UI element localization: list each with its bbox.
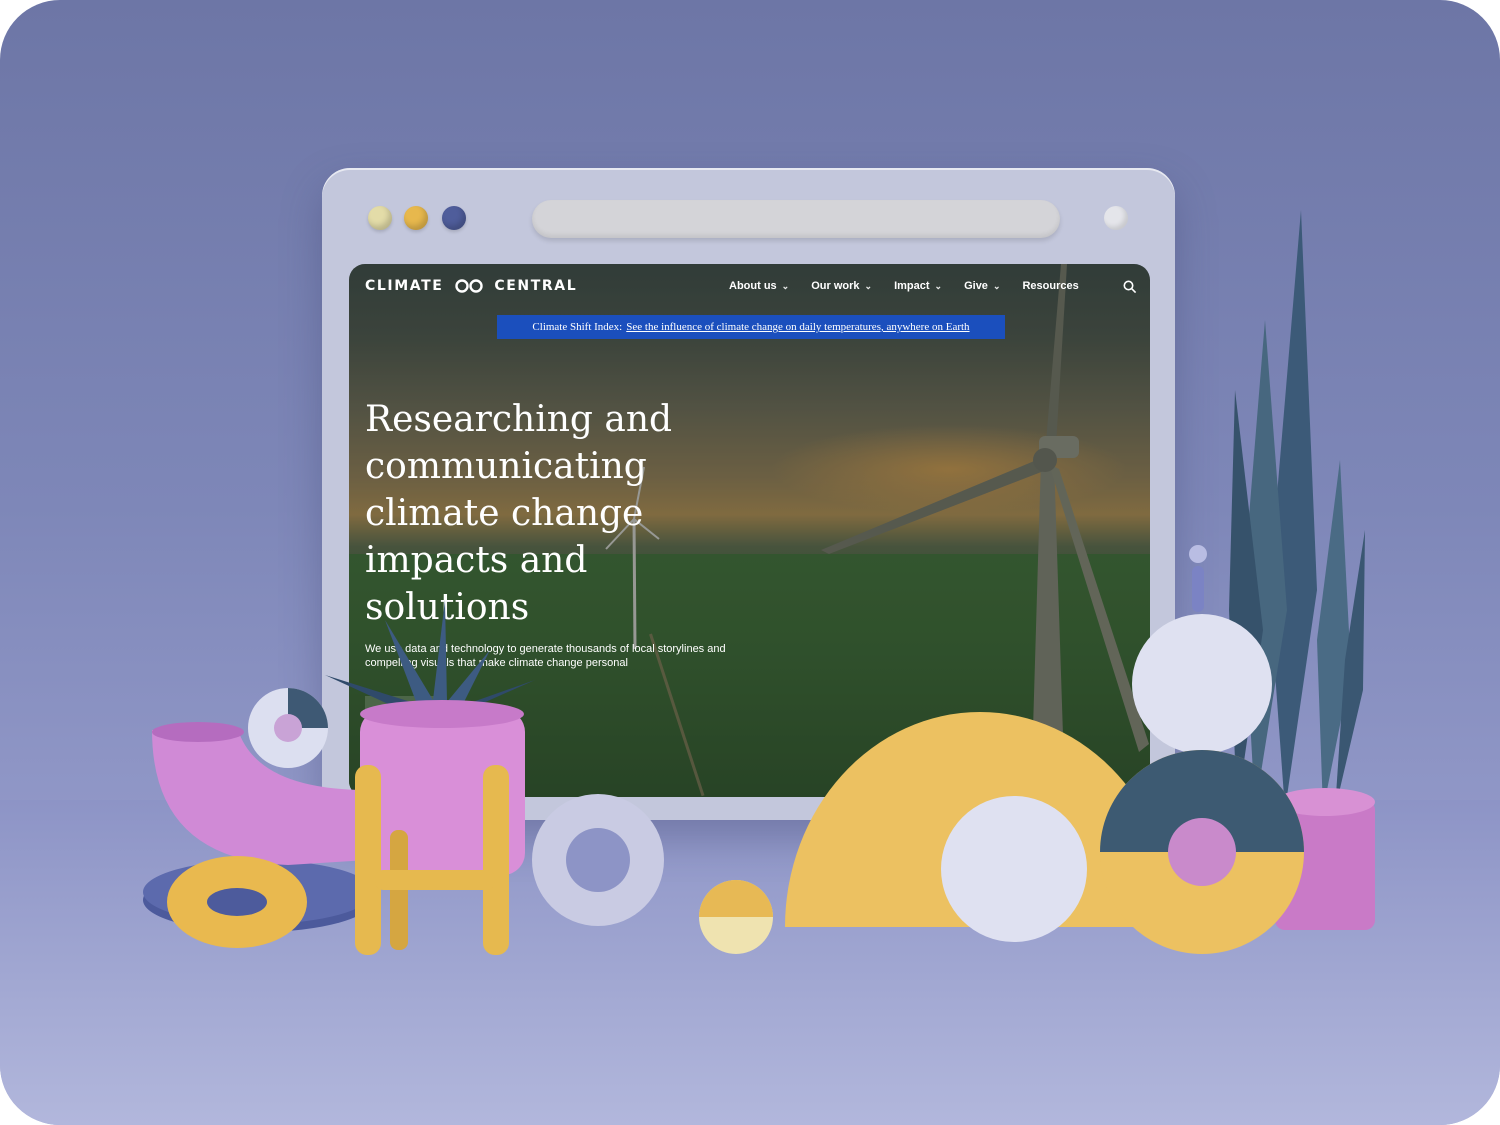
decor-small-pin — [1189, 545, 1207, 612]
nav-item-our-work[interactable]: Our work ⌄ — [811, 280, 872, 292]
decor-small-ball — [699, 880, 773, 954]
address-bar[interactable] — [532, 200, 1060, 238]
decor-top-sphere — [1132, 614, 1272, 754]
nav-item-label: Impact — [894, 280, 930, 292]
nav-item-impact[interactable]: Impact ⌄ — [894, 280, 942, 292]
nav-item-label: Our work — [811, 280, 860, 292]
window-dot-close[interactable] — [368, 206, 392, 230]
chevron-down-icon: ⌄ — [992, 280, 1001, 291]
logo-infinity-icon — [455, 279, 483, 293]
mockup-scene: CLIMATE CENTRAL About us ⌄ Our work ⌄ Im… — [0, 0, 1500, 1125]
decor-white-sphere — [941, 796, 1087, 942]
nav-item-label: Give — [964, 280, 988, 292]
site-logo[interactable]: CLIMATE CENTRAL — [365, 278, 577, 294]
site-header: CLIMATE CENTRAL About us ⌄ Our work ⌄ Im… — [349, 264, 1150, 312]
nav-item-resources[interactable]: Resources — [1022, 280, 1078, 292]
nav-item-give[interactable]: Give ⌄ — [964, 280, 1000, 292]
chevron-down-icon: ⌄ — [781, 280, 790, 291]
nav-item-about-us[interactable]: About us ⌄ — [729, 280, 789, 292]
banner-prefix: Climate Shift Index: — [532, 321, 623, 333]
window-dot-maximize[interactable] — [442, 206, 466, 230]
decor-potted-plant — [325, 600, 535, 955]
decor-yellow-torus — [167, 856, 307, 948]
logo-text-climate: CLIMATE — [365, 278, 444, 294]
main-nav: About us ⌄ Our work ⌄ Impact ⌄ Give ⌄ Re… — [729, 280, 1101, 292]
search-icon[interactable] — [1123, 280, 1137, 294]
banner-link[interactable]: See the influence of climate change on d… — [626, 321, 969, 333]
climate-shift-banner: Climate Shift Index: See the influence o… — [497, 315, 1005, 339]
browser-menu-button[interactable] — [1104, 206, 1128, 230]
nav-item-label: About us — [729, 280, 777, 292]
decor-navy-yellow-torus — [1100, 750, 1304, 954]
chevron-down-icon: ⌄ — [864, 280, 873, 291]
window-dot-minimize[interactable] — [404, 206, 428, 230]
nav-item-label: Resources — [1022, 280, 1079, 292]
decor-lilac-torus — [532, 794, 664, 926]
logo-text-central: CENTRAL — [494, 278, 578, 294]
chevron-down-icon: ⌄ — [934, 280, 943, 291]
